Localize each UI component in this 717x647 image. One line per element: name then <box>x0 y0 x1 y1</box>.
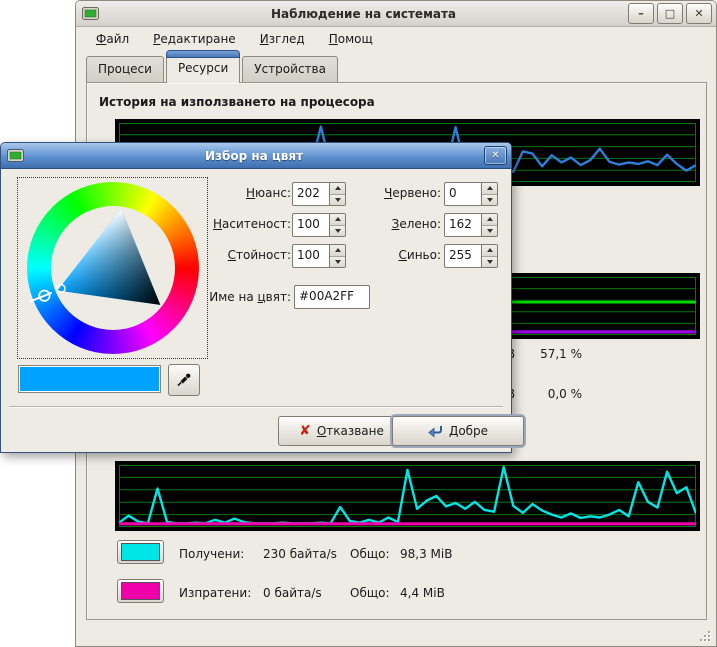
ok-enter-icon <box>428 425 443 438</box>
hue-label: Нюанс: <box>171 182 291 200</box>
sent-total-label: Общо: <box>350 586 400 600</box>
dialog-close-button[interactable]: ✕ <box>484 146 507 165</box>
blue-up[interactable] <box>482 245 497 256</box>
sent-total: 4,4 MiB <box>400 586 445 600</box>
tab-resources[interactable]: Ресурси <box>166 53 240 83</box>
menu-edit[interactable]: Редактиране <box>142 29 247 49</box>
minimize-button[interactable]: – <box>628 3 654 24</box>
received-rate: 230 байта/s <box>263 547 350 561</box>
dialog-titlebar[interactable]: Избор на цвят ✕ <box>1 143 511 169</box>
cpu-history-title: История на използването на процесора <box>99 95 375 109</box>
value-label: Стойност: <box>171 244 291 262</box>
app-monitor-icon <box>82 7 99 21</box>
menubar: Файл Редактиране Изглед Помощ <box>77 27 715 51</box>
sent-legend-row: Изпратени: 0 байта/s Общо: 4,4 MiB <box>179 586 445 600</box>
color-preview <box>18 365 161 393</box>
red-up[interactable] <box>482 183 497 194</box>
cancel-x-icon: ✘ <box>299 423 311 439</box>
menu-view[interactable]: Изглед <box>249 29 316 49</box>
ok-button[interactable]: Добре <box>392 416 524 446</box>
red-spinner[interactable]: 0 <box>444 182 498 206</box>
green-label: Зелено: <box>321 213 441 231</box>
menu-help[interactable]: Помощ <box>318 29 384 49</box>
menu-file[interactable]: Файл <box>85 29 140 49</box>
blue-label: Синьо: <box>321 244 441 262</box>
maximize-button[interactable]: □ <box>657 3 683 24</box>
blue-down[interactable] <box>482 256 497 268</box>
received-label: Получени: <box>179 547 263 561</box>
received-color-button[interactable] <box>117 540 164 564</box>
color-name-label: Име на цвят: <box>171 286 291 304</box>
sent-color-button[interactable] <box>117 579 164 603</box>
received-total: 98,3 MiB <box>400 547 452 561</box>
network-history-chart <box>115 461 700 531</box>
close-button[interactable]: ✕ <box>686 3 712 24</box>
tab-processes[interactable]: Процеси <box>86 56 164 83</box>
main-titlebar[interactable]: Наблюдение на системата – □ ✕ <box>76 1 716 27</box>
desktop: Наблюдение на системата – □ ✕ Файл Редак… <box>0 0 717 647</box>
red-label: Червено: <box>321 182 441 200</box>
green-down[interactable] <box>482 225 497 237</box>
received-legend-row: Получени: 230 байта/s Общо: 98,3 MiB <box>179 547 452 561</box>
dialog-title: Избор на цвят <box>24 149 484 163</box>
cancel-button[interactable]: ✘ Отказване <box>278 416 405 446</box>
received-total-label: Общо: <box>350 547 400 561</box>
sent-rate: 0 байта/s <box>263 586 350 600</box>
saturation-label: Наситеност: <box>171 213 291 231</box>
main-window-title: Наблюдение на системата <box>99 7 628 21</box>
blue-spinner[interactable]: 255 <box>444 244 498 268</box>
swap-used-percent: 0,0 % <box>548 387 582 401</box>
sent-color-swatch <box>121 582 160 600</box>
tab-devices[interactable]: Устройства <box>242 56 338 83</box>
dialog-monitor-icon <box>7 149 24 163</box>
hsv-triangle[interactable] <box>27 182 199 354</box>
tab-strip: Процеси Ресурси Устройства <box>86 55 340 83</box>
eyedropper-icon <box>176 372 192 388</box>
eyedropper-button[interactable] <box>168 364 200 396</box>
color-wheel-frame <box>17 177 208 359</box>
green-spinner[interactable]: 162 <box>444 213 498 237</box>
memory-used-percent: 57,1 % <box>540 347 582 361</box>
resize-grip[interactable] <box>697 628 710 641</box>
color-name-input[interactable]: #00A2FF <box>294 285 370 309</box>
color-picker-dialog: Избор на цвят ✕ <box>0 142 512 453</box>
dialog-separator <box>9 406 503 408</box>
red-down[interactable] <box>482 194 497 206</box>
received-color-swatch <box>121 543 160 561</box>
sent-label: Изпратени: <box>179 586 263 600</box>
hue-ring[interactable] <box>27 182 199 354</box>
green-up[interactable] <box>482 214 497 225</box>
